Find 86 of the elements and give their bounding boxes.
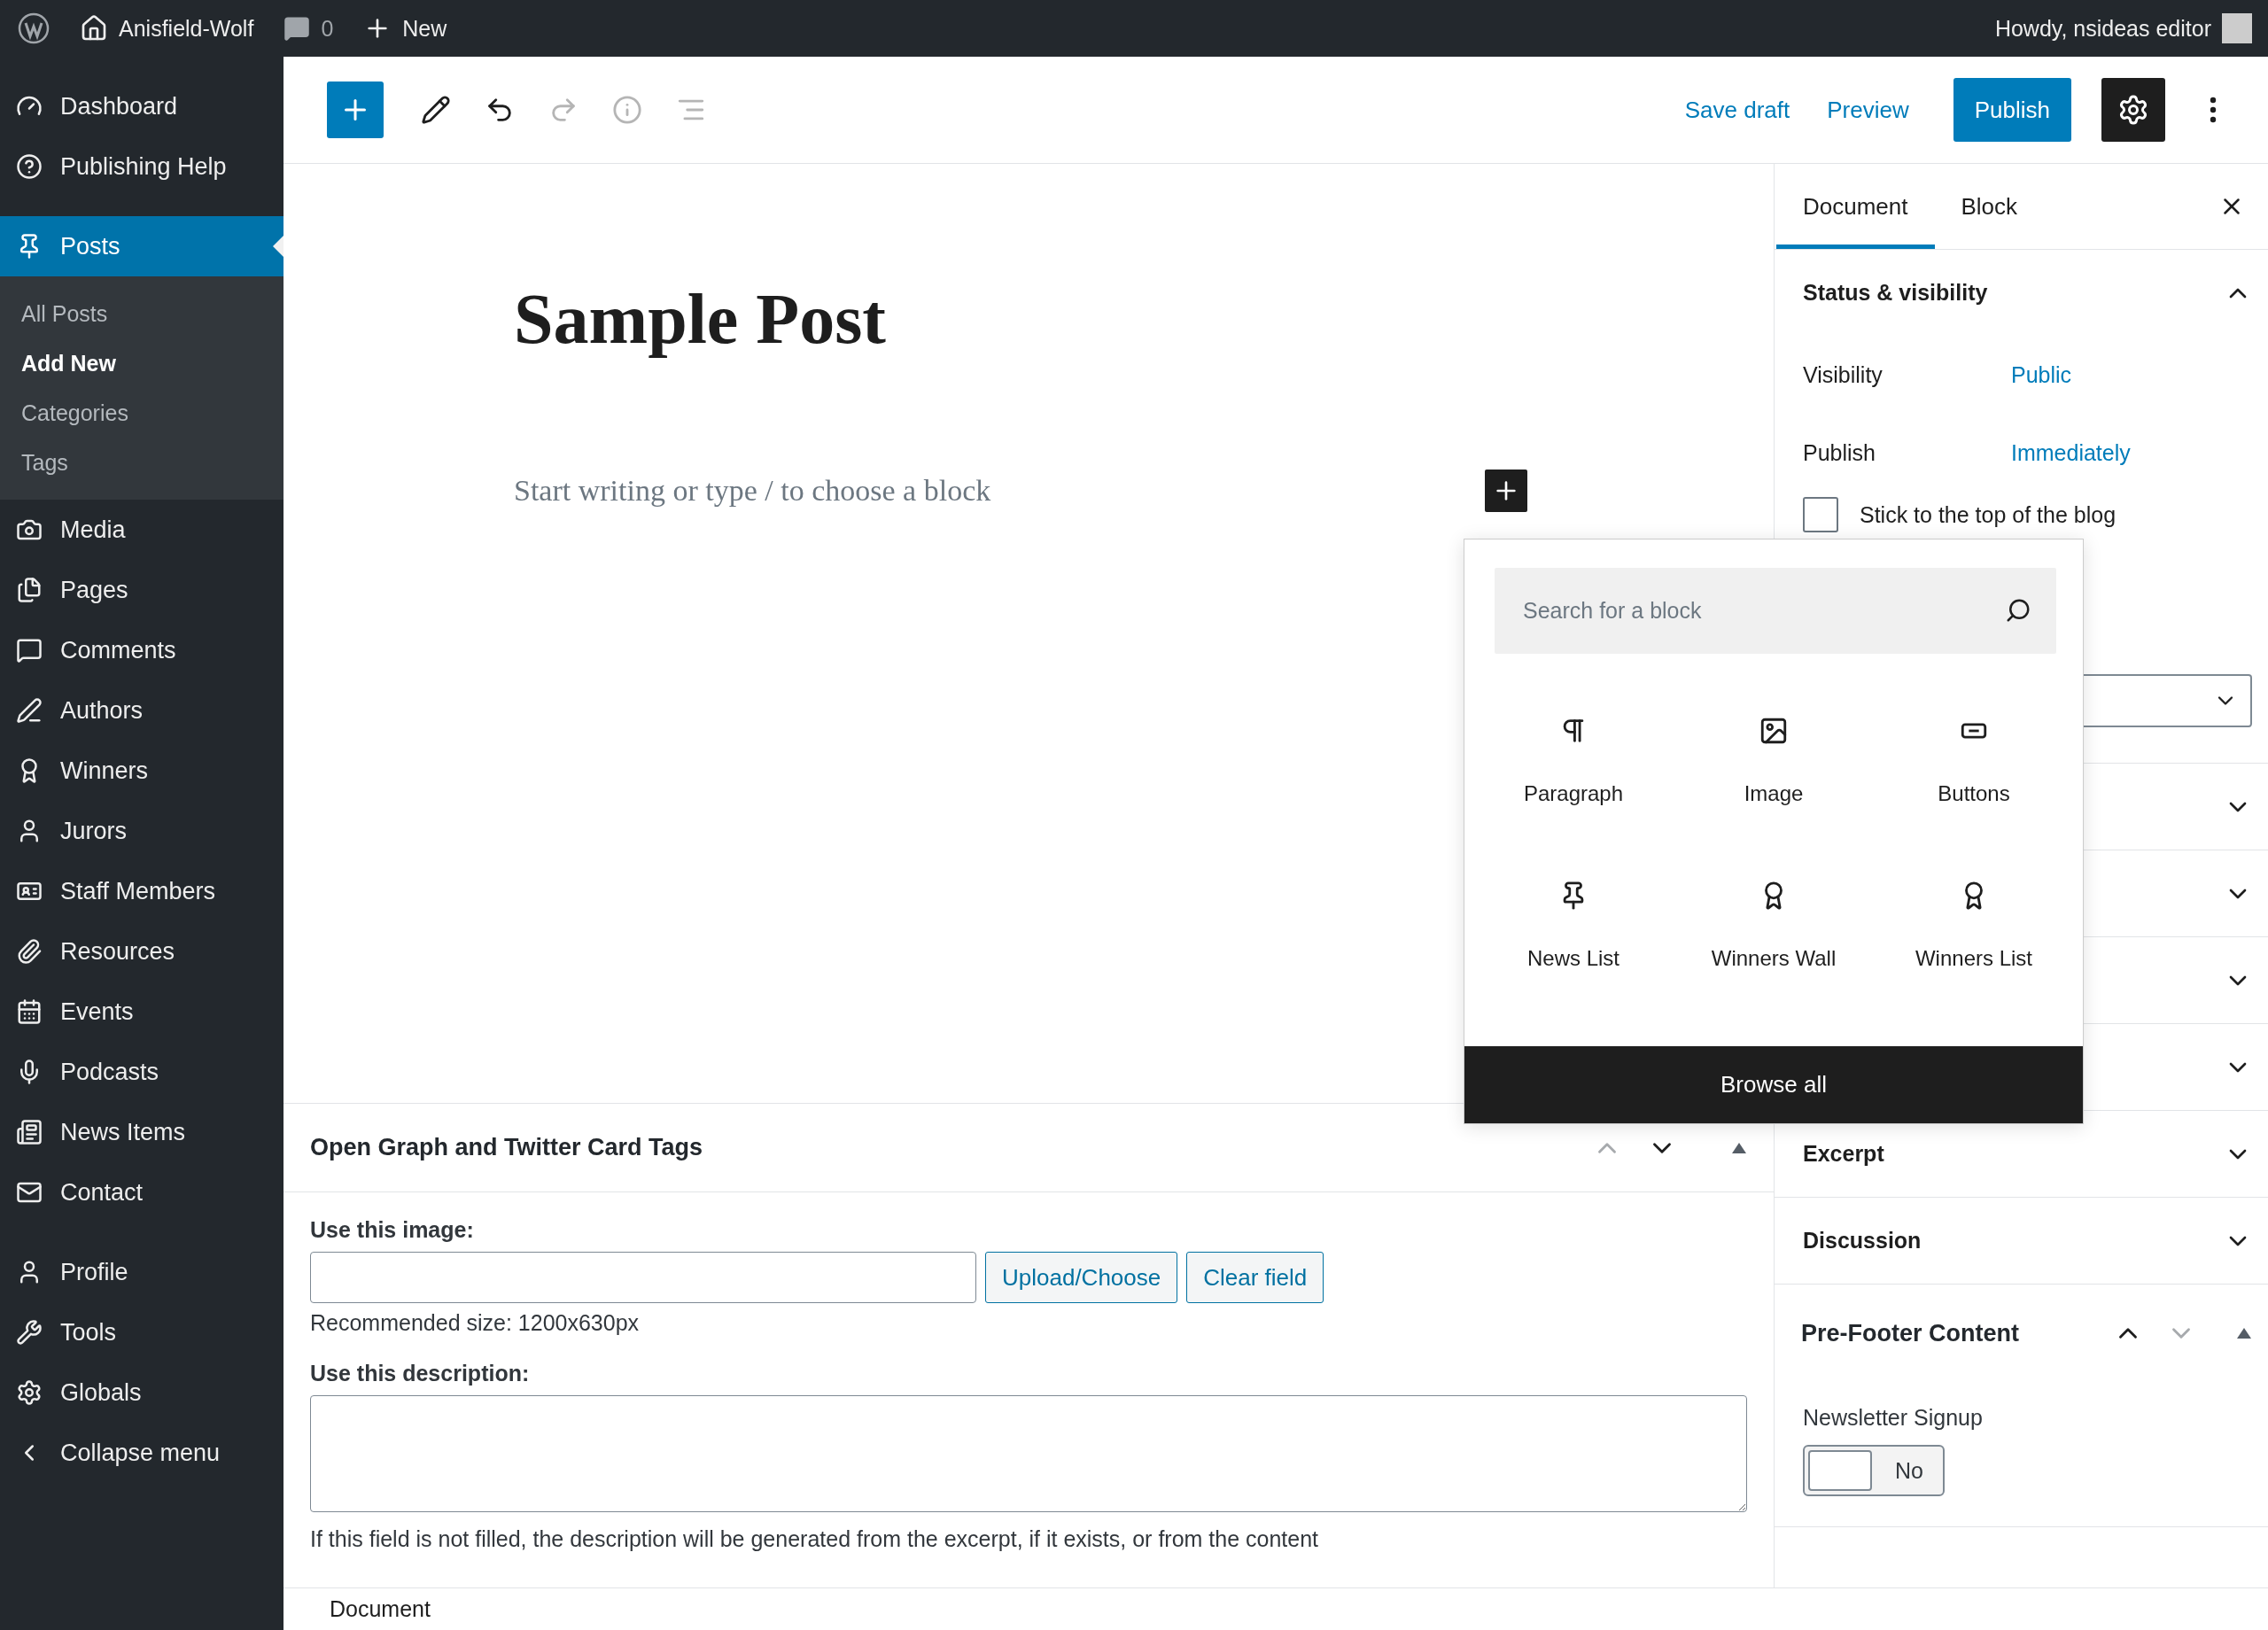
field-label: Use this description: (310, 1361, 531, 1386)
menu-item[interactable]: Media (0, 500, 284, 560)
greeting-link[interactable]: Howdy, nsideas editor (1994, 15, 2211, 42)
gear-icon (2117, 94, 2149, 126)
menu-item[interactable]: Posts (0, 216, 284, 276)
submenu-item[interactable]: Add New (0, 338, 284, 388)
help-icon (16, 153, 43, 180)
menu-item[interactable]: Pages (0, 560, 284, 620)
gear-icon (16, 1379, 43, 1406)
menu-item[interactable]: Comments (0, 620, 284, 680)
block-type-item[interactable]: Winners Wall (1674, 843, 1874, 1008)
breadcrumb[interactable]: Document (330, 1596, 431, 1622)
menu-item[interactable]: Podcasts (0, 1042, 284, 1102)
menu-item[interactable]: Staff Members (0, 861, 284, 921)
field-label: Newsletter Signup (1803, 1405, 1984, 1431)
menu-item[interactable]: Winners (0, 741, 284, 801)
block-type-item[interactable]: Buttons (1874, 679, 2074, 843)
paperclip-icon (16, 938, 43, 965)
preview-button[interactable]: Preview (1814, 96, 1922, 124)
pencil-icon (421, 95, 451, 125)
description-field[interactable] (310, 1395, 1747, 1512)
submenu-item[interactable]: Tags (0, 438, 284, 487)
site-name-link[interactable]: Anisfield-Wolf (119, 15, 254, 42)
more-icon (2210, 97, 2217, 123)
comment-icon (16, 637, 43, 664)
submenu-item[interactable]: Categories (0, 388, 284, 438)
field-hint: Recommended size: 1200x630px (310, 1310, 641, 1336)
field-note: If this field is not filled, the description will be generated from the excerpt, if it exists, or from the content (310, 1526, 1320, 1552)
block-type-item[interactable]: Image (1674, 679, 1874, 843)
info-icon (612, 95, 642, 125)
checkbox[interactable] (1803, 497, 1838, 532)
home-icon (80, 14, 108, 43)
save-draft-button[interactable]: Save draft (1672, 96, 1803, 124)
menu-item[interactable]: Resources (0, 921, 284, 982)
new-link[interactable]: New (402, 15, 447, 42)
image-icon (1759, 716, 1789, 746)
sidebar-tab[interactable]: Document (1776, 164, 1935, 249)
menu-item[interactable]: Publishing Help (0, 136, 284, 197)
meta-box-title: Open Graph and Twitter Card Tags (310, 1134, 703, 1161)
block-placeholder[interactable]: Start writing or type / to choose a block (514, 474, 991, 508)
triangle-icon[interactable] (2236, 1327, 2252, 1339)
add-block-button[interactable] (1485, 470, 1527, 512)
triangle-icon[interactable] (1731, 1141, 1747, 1154)
image-url-field[interactable] (310, 1252, 976, 1303)
browse-all-button[interactable]: Browse all (1464, 1046, 2083, 1123)
setting-link[interactable]: Public (2011, 361, 2072, 388)
search-icon (2005, 597, 2031, 624)
wordpress-logo-icon[interactable] (18, 12, 50, 44)
pen-icon (16, 697, 43, 724)
block-search-field[interactable]: Search for a block (1495, 568, 2056, 654)
clear-field-button[interactable]: Clear field (1186, 1252, 1324, 1303)
comment-count[interactable]: 0 (321, 15, 334, 42)
publish-button[interactable]: Publish (1953, 78, 2071, 142)
menu-item[interactable]: Events (0, 982, 284, 1042)
panel-title[interactable]: Discussion (1803, 1228, 1922, 1254)
block-type-item[interactable]: Winners List (1874, 843, 2074, 1008)
menu-item[interactable]: Contact (0, 1162, 284, 1222)
menu-item[interactable]: News Items (0, 1102, 284, 1162)
post-title[interactable]: Sample Post (514, 279, 1527, 360)
setting-link[interactable]: Immediately (2011, 439, 2131, 466)
pages-icon (16, 577, 43, 603)
submenu-item[interactable]: All Posts (0, 289, 284, 338)
sidebar-tab[interactable]: Block (1934, 164, 2045, 249)
menu-item[interactable]: Jurors (0, 801, 284, 861)
comment-icon (284, 15, 311, 42)
toggle-switch[interactable]: No (1803, 1445, 1945, 1496)
menu-item[interactable]: Tools (0, 1302, 284, 1362)
newspaper-icon (16, 1119, 43, 1145)
menu-item[interactable]: Profile (0, 1242, 284, 1302)
wrench-icon (16, 1319, 43, 1346)
checkbox-label: Stick to the top of the blog (1860, 501, 2117, 528)
panel-title: Pre-Footer Content (1801, 1319, 2019, 1347)
field-label: Use this image: (310, 1217, 475, 1243)
setting-label: Publish (1803, 439, 1876, 466)
menu-item[interactable]: Dashboard (0, 76, 284, 136)
menu-item[interactable]: Collapse menu (0, 1423, 284, 1483)
panel-title[interactable]: Status & visibility (1803, 280, 1988, 306)
block-type-item[interactable]: News List (1473, 843, 1674, 1008)
settings-button[interactable] (2101, 78, 2165, 142)
upload-button[interactable]: Upload/Choose (985, 1252, 1178, 1303)
menu-item[interactable]: Globals (0, 1362, 284, 1423)
setting-label: Visibility (1803, 361, 1884, 388)
menu-item[interactable]: Authors (0, 680, 284, 741)
block-type-item[interactable]: Paragraph (1473, 679, 1674, 843)
calendar-icon (16, 998, 43, 1025)
panel-title[interactable]: Excerpt (1803, 1141, 1884, 1167)
